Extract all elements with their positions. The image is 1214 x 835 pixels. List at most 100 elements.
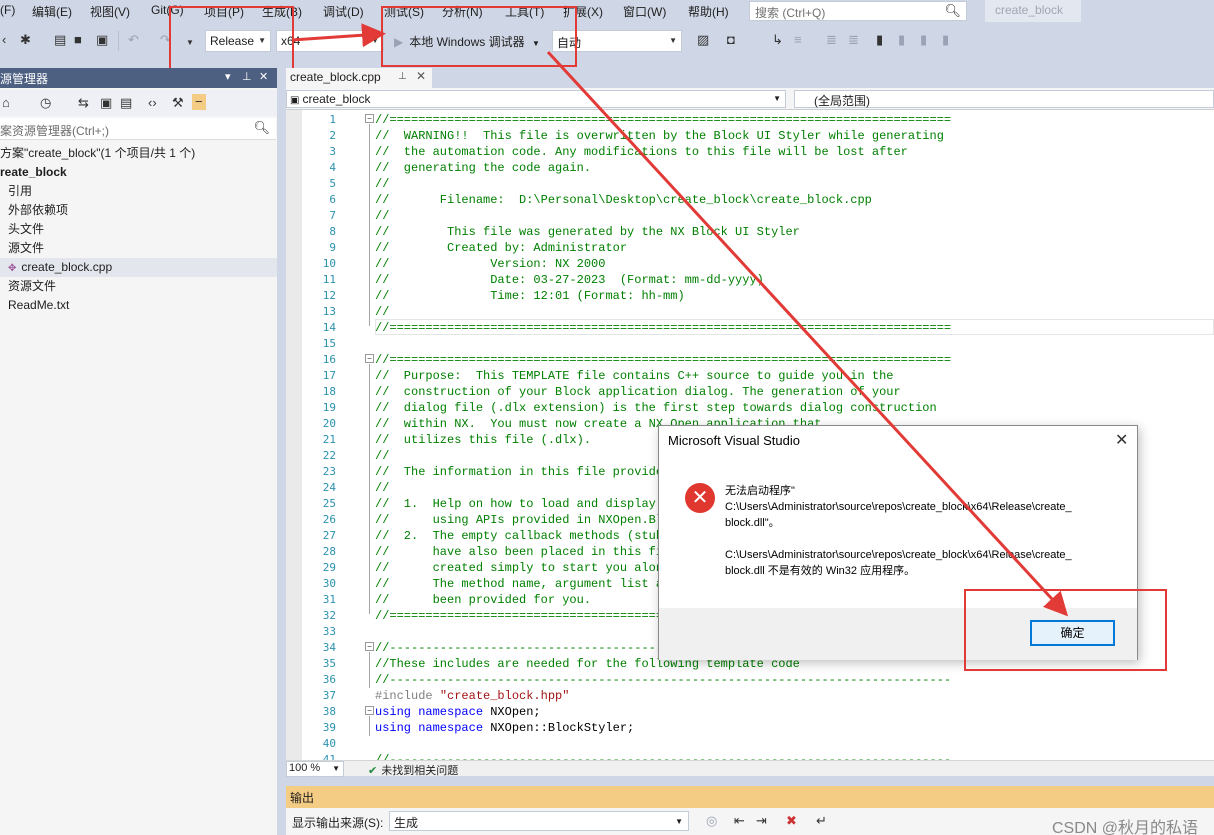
tree-item-solution[interactable]: 方案"create_block"(1 个项目/共 1 个) <box>0 144 195 163</box>
save-icon[interactable]: ■ <box>74 33 82 47</box>
tree-item-readme[interactable]: ReadMe.txt <box>8 296 69 315</box>
tree-item-references[interactable]: 引用 <box>8 182 32 201</box>
uncomment-icon[interactable]: ≣ <box>848 33 859 47</box>
close-icon[interactable]: ✕ <box>259 70 268 83</box>
step-icon[interactable]: ↳ <box>772 33 783 47</box>
tree-item-create-block-cpp[interactable]: ✥ create_block.cpp <box>0 258 277 277</box>
columns-icon[interactable]: ≡ <box>794 33 802 47</box>
go-prev-icon[interactable]: ⇤ <box>734 814 745 828</box>
global-scope-combo[interactable]: (全局范围) <box>794 90 1214 108</box>
line-number: 35 <box>322 657 336 670</box>
editor-status-strip: 100 % ▼ ✔ 未找到相关问题 <box>286 760 1214 778</box>
search-icon: 🔍︎ <box>944 3 961 18</box>
line-number: 20 <box>322 417 336 430</box>
show-files-icon[interactable]: ▤ <box>120 96 132 110</box>
find-message-icon[interactable]: ◎ <box>706 814 717 828</box>
dialog-message-line: block.dll 不是有效的 Win32 应用程序。 <box>725 565 916 577</box>
undo-icon[interactable]: ↶ <box>128 33 139 47</box>
code-line: // using APIs provided in NXOpen.Blo <box>375 513 671 527</box>
code-line: // <box>375 305 390 319</box>
tree-item-external-deps[interactable]: 外部依赖项 <box>8 201 68 220</box>
navigation-bar: ▣ create_block ▼ (全局范围) <box>286 88 1214 110</box>
solution-search-input[interactable]: 案资源管理器(Ctrl+;) 🔍︎ <box>0 118 276 140</box>
preview-icon[interactable]: − <box>192 94 206 110</box>
prev-bookmark-icon[interactable]: ▮ <box>898 33 905 47</box>
pin-icon[interactable]: ⊥ <box>242 70 252 83</box>
dropdown-icon[interactable]: ▾ <box>225 70 231 83</box>
tree-item-resource-files[interactable]: 资源文件 <box>8 277 56 296</box>
scope-value: create_block <box>302 92 371 106</box>
panel-splitter[interactable] <box>277 68 286 835</box>
fold-guide <box>369 716 370 736</box>
clear-all-icon[interactable]: ✖ <box>786 814 797 828</box>
code-line: // Version: NX 2000 <box>375 257 606 271</box>
code-line: //======================================… <box>375 321 952 335</box>
solution-explorer-title: 源管理器 <box>0 72 49 86</box>
save-all-icon[interactable]: ▣ <box>96 33 108 47</box>
output-source-combo[interactable]: 生成 ▼ <box>389 811 689 831</box>
bookmark-icon[interactable]: ▮ <box>876 33 883 47</box>
solution-search-placeholder: 案资源管理器(Ctrl+;) <box>0 124 109 138</box>
line-number: 36 <box>322 673 336 686</box>
menu-file[interactable]: (F) <box>0 3 15 17</box>
fold-toggle-icon[interactable]: − <box>365 354 374 363</box>
go-next-icon[interactable]: ⇥ <box>756 814 767 828</box>
search-input[interactable]: 搜索 (Ctrl+Q) 🔍︎ <box>749 1 967 21</box>
next-bookmark-icon[interactable]: ▮ <box>920 33 927 47</box>
code-line: // Time: 12:01 (Format: hh-mm) <box>375 289 685 303</box>
tree-item-project[interactable]: reate_block <box>0 163 67 182</box>
string-token: "create_block.hpp" <box>439 689 570 703</box>
line-number: 21 <box>322 433 336 446</box>
tree-item-source-files[interactable]: 源文件 <box>8 239 44 258</box>
word-wrap-icon[interactable]: ↵ <box>816 814 827 828</box>
code-line: using namespace NXOpen::BlockStyler; <box>375 720 634 736</box>
history-icon[interactable]: ◷ <box>40 96 51 110</box>
code-line: // generating the code again. <box>375 161 592 175</box>
camera-icon[interactable]: ◘ <box>727 33 735 47</box>
scope-combo[interactable]: ▣ create_block ▼ <box>286 90 786 108</box>
line-number: 37 <box>322 689 336 702</box>
line-number: 7 <box>329 209 336 222</box>
menu-debug[interactable]: 调试(D) <box>323 3 364 20</box>
fold-toggle-icon[interactable]: − <box>365 642 374 651</box>
collapse-icon[interactable]: ▣ <box>100 96 112 110</box>
fold-guide <box>369 364 370 614</box>
wrench-icon[interactable]: ⚒ <box>172 96 184 110</box>
code-icon[interactable]: ‹› <box>148 96 157 110</box>
issues-indicator[interactable]: ✔ 未找到相关问题 <box>368 762 458 778</box>
tree-item-header-files[interactable]: 头文件 <box>8 220 44 239</box>
tab-label: create_block.cpp <box>290 70 381 84</box>
menu-help[interactable]: 帮助(H) <box>688 3 729 20</box>
comment-icon[interactable]: ≣ <box>826 33 837 47</box>
dialog-title: Microsoft Visual Studio <box>668 433 800 448</box>
open-folder-icon[interactable]: ▤ <box>54 33 66 47</box>
menu-window[interactable]: 窗口(W) <box>623 3 666 20</box>
close-icon[interactable]: ✕ <box>416 69 426 83</box>
folder-icon[interactable]: ▨ <box>697 33 709 47</box>
zoom-combo[interactable]: 100 % ▼ <box>286 761 344 777</box>
back-icon[interactable]: ‹ <box>2 33 6 47</box>
close-icon[interactable]: ✕ <box>1115 430 1128 450</box>
toolbar-separator <box>118 31 119 51</box>
new-project-icon[interactable]: ✱ <box>20 33 31 47</box>
menu-view[interactable]: 视图(V) <box>90 3 130 20</box>
code-line: // been provided for you. <box>375 593 592 607</box>
menu-edit[interactable]: 编辑(E) <box>32 3 72 20</box>
output-title: 输出 <box>290 791 315 805</box>
editor-tab-bar: create_block.cpp ⊥ ✕ <box>286 68 1214 88</box>
tab-create-block-cpp[interactable]: create_block.cpp ⊥ ✕ <box>286 68 432 88</box>
line-number: 26 <box>322 513 336 526</box>
line-number: 39 <box>322 721 336 734</box>
keyword-token: using namespace <box>375 705 491 719</box>
fold-toggle-icon[interactable]: − <box>365 706 374 715</box>
line-number: 9 <box>329 241 336 254</box>
solution-explorer: 源管理器 ▾ ⊥ ✕ ⌂ ◷ ⇆ ▣ ▤ ‹› ⚒ − 案资源管理器(Ctrl+… <box>0 68 278 835</box>
class-icon: ▣ <box>290 95 300 106</box>
clear-bookmark-icon[interactable]: ▮ <box>942 33 949 47</box>
code-line: // dialog file (.dlx extension) is the f… <box>375 401 937 415</box>
code-line: // <box>375 449 390 463</box>
fold-toggle-icon[interactable]: − <box>365 114 374 123</box>
pin-icon[interactable]: ⊥ <box>398 71 407 82</box>
home-icon[interactable]: ⌂ <box>2 96 10 110</box>
sync-icon[interactable]: ⇆ <box>78 96 89 110</box>
